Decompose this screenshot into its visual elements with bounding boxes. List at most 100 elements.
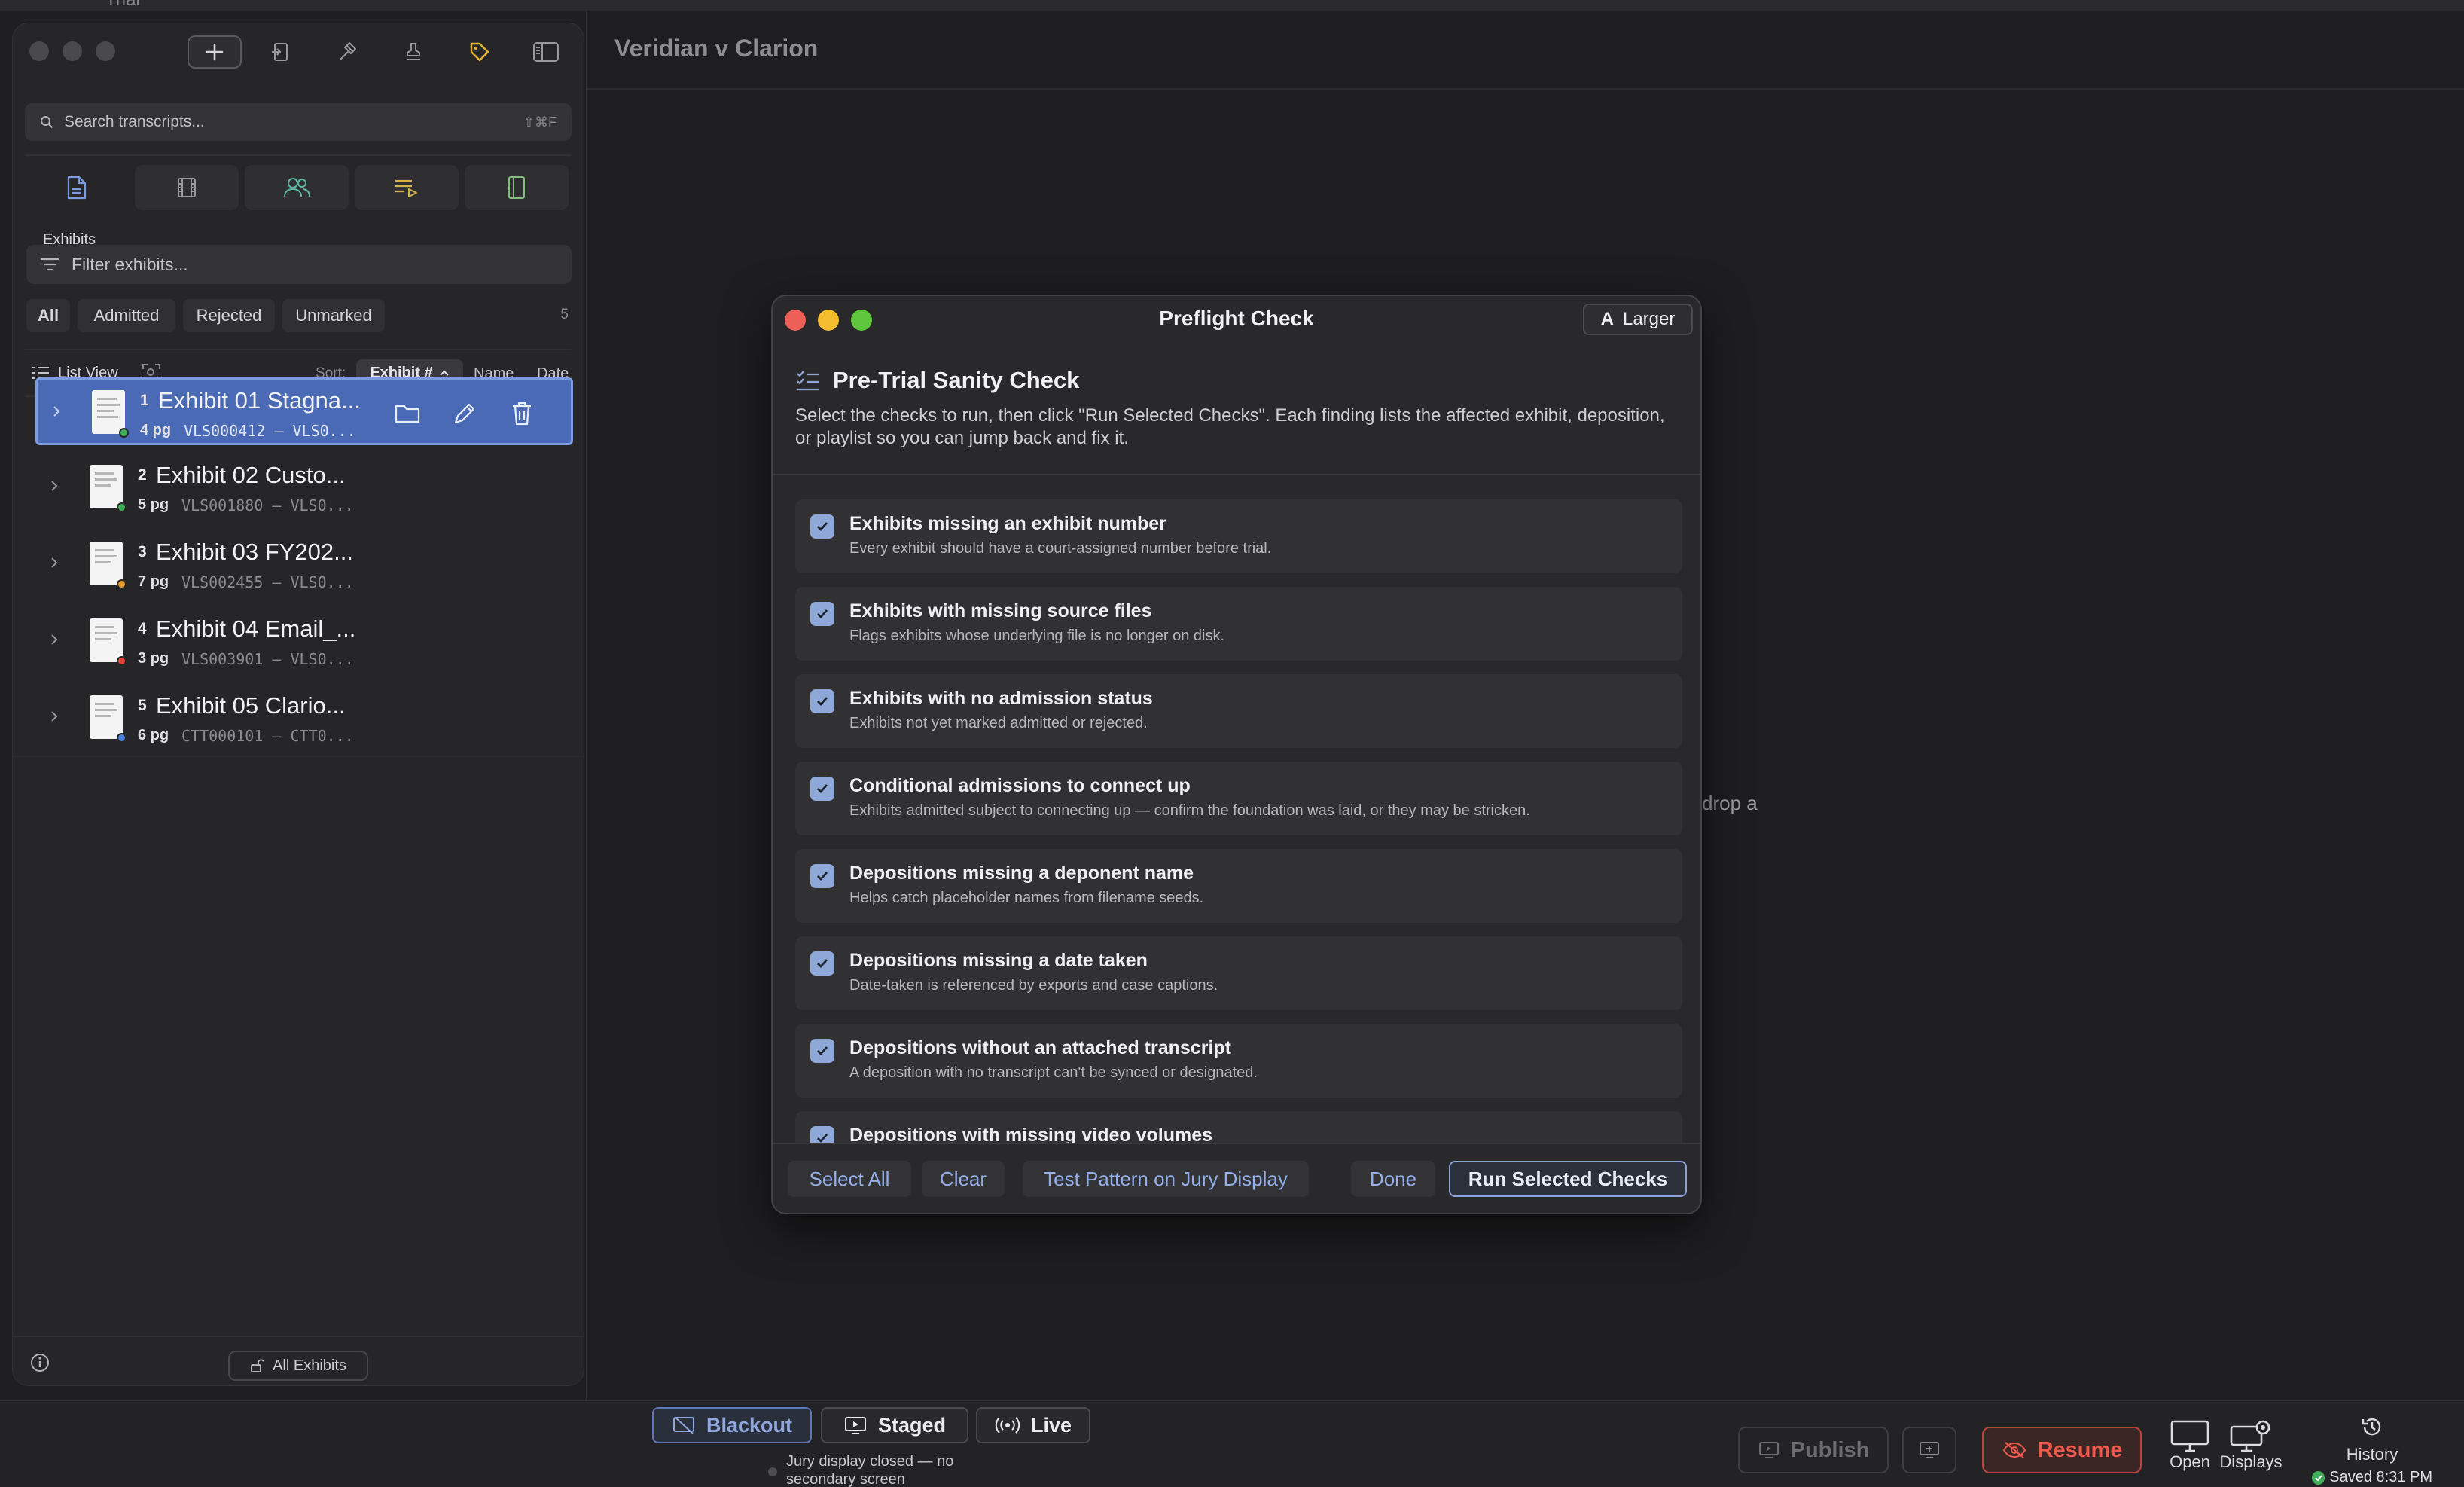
- sidebar: Search transcripts... ⇧⌘F Exhibits Filte…: [12, 23, 584, 1386]
- chevron-up-icon: [439, 370, 449, 376]
- window-zoom-inactive[interactable]: [96, 41, 115, 61]
- exhibit-number: 3: [138, 543, 147, 560]
- checkbox[interactable]: [810, 777, 834, 801]
- checkmark-icon: [817, 959, 828, 969]
- status-dot: [119, 428, 129, 438]
- tag-button[interactable]: [453, 35, 507, 69]
- mark-button[interactable]: [320, 35, 374, 69]
- tab-witnesses[interactable]: [245, 165, 349, 210]
- jury-display-status: Jury display closed — no secondary scree…: [786, 1452, 953, 1487]
- exhibit-number: 2: [138, 466, 147, 484]
- live-mode-button[interactable]: Live: [976, 1407, 1090, 1443]
- resume-button[interactable]: Resume: [1982, 1427, 2142, 1473]
- stamp-icon: [407, 43, 420, 60]
- exhibit-title: Exhibit 02 Custo...: [156, 462, 346, 488]
- chip-admitted[interactable]: Admitted: [78, 299, 175, 332]
- checkbox[interactable]: [810, 514, 834, 539]
- test-pattern-button[interactable]: Test Pattern on Jury Display: [1023, 1161, 1309, 1197]
- checkbox[interactable]: [810, 951, 834, 976]
- main-header-divider: [586, 88, 2464, 90]
- chevron-right-icon: [53, 406, 60, 417]
- check-item[interactable]: Conditional admissions to connect up Exh…: [795, 762, 1682, 835]
- exhibit-row[interactable]: 1 Exhibit 01 Stagna... 4 pg VLS000412 — …: [35, 377, 573, 445]
- exhibit-thumbnail: [92, 390, 125, 434]
- clear-button[interactable]: Clear: [922, 1161, 1005, 1197]
- checkmark-icon: [817, 522, 828, 532]
- exhibit-row[interactable]: 4 Exhibit 04 Email_... 3 pg VLS003901 — …: [35, 608, 573, 676]
- sidebar-toggle-button[interactable]: [519, 35, 573, 69]
- chip-rejected[interactable]: Rejected: [183, 299, 275, 332]
- tab-playlists[interactable]: [355, 165, 459, 210]
- blackout-mode-button[interactable]: Blackout: [652, 1407, 812, 1443]
- import-button[interactable]: [254, 35, 308, 69]
- drop-hint-text: drop a: [1702, 792, 1758, 814]
- present-to-display-button[interactable]: [1902, 1427, 1956, 1473]
- jury-status-line-1: Jury display closed — no: [786, 1453, 954, 1470]
- staged-label: Staged: [877, 1413, 947, 1437]
- all-exhibits-button[interactable]: All Exhibits: [228, 1351, 368, 1381]
- checkbox[interactable]: [810, 1039, 834, 1063]
- publish-button[interactable]: Publish: [1738, 1427, 1889, 1473]
- select-all-button[interactable]: Select All: [788, 1161, 911, 1197]
- check-description: Exhibits not yet marked admitted or reje…: [849, 715, 1148, 731]
- checkmark-icon: [817, 872, 828, 881]
- text-size-icon: A: [1600, 309, 1614, 329]
- dialog-title: Preflight Check: [1159, 307, 1314, 330]
- exhibit-row[interactable]: 2 Exhibit 02 Custo... 5 pg VLS001880 — V…: [35, 454, 573, 522]
- exhibit-title: Exhibit 04 Email_...: [156, 615, 356, 642]
- displays-label: Displays: [2219, 1452, 2283, 1471]
- check-item[interactable]: Exhibits missing an exhibit number Every…: [795, 499, 1682, 573]
- run-selected-checks-button[interactable]: Run Selected Checks: [1449, 1161, 1687, 1197]
- open-display-button[interactable]: Open: [2167, 1419, 2212, 1472]
- tab-notebook[interactable]: [465, 165, 569, 210]
- staged-mode-button[interactable]: Staged: [821, 1407, 968, 1443]
- exhibit-row[interactable]: 5 Exhibit 05 Clario... 6 pg CTT000101 — …: [35, 685, 573, 753]
- check-title: Conditional admissions to connect up: [849, 775, 1191, 796]
- filter-input[interactable]: Filter exhibits...: [26, 245, 572, 284]
- presentation-bar: Blackout Staged Live Jury display closed…: [0, 1400, 2464, 1487]
- check-item[interactable]: Depositions missing a date taken Date-ta…: [795, 936, 1682, 1010]
- hammer-icon: [340, 42, 356, 60]
- check-item[interactable]: Depositions without an attached transcri…: [795, 1024, 1682, 1098]
- notebook-icon: [508, 176, 525, 199]
- tab-exhibits[interactable]: [25, 165, 129, 210]
- sidebar-footer: All Exhibits: [13, 1336, 584, 1385]
- window-close-inactive[interactable]: [29, 41, 49, 61]
- displays-settings-button[interactable]: Displays: [2219, 1419, 2283, 1472]
- plus-icon: [206, 43, 224, 61]
- chevron-right-icon: [51, 481, 58, 491]
- done-button[interactable]: Done: [1351, 1161, 1435, 1197]
- publish-display-icon: [1758, 1442, 1779, 1458]
- chip-all[interactable]: All: [26, 299, 70, 332]
- edit-exhibit-button[interactable]: [444, 393, 485, 434]
- larger-text-button[interactable]: A Larger: [1583, 304, 1693, 335]
- display-settings-icon: [2230, 1420, 2270, 1452]
- check-item[interactable]: Exhibits with no admission status Exhibi…: [795, 674, 1682, 748]
- chip-unmarked[interactable]: Unmarked: [282, 299, 385, 332]
- stamp-button[interactable]: [386, 35, 441, 69]
- history-button[interactable]: History Saved 8:31 PM: [2312, 1415, 2432, 1486]
- check-description: Exhibits admitted subject to connecting …: [849, 802, 1530, 819]
- window-minimize-inactive[interactable]: [63, 41, 82, 61]
- exhibit-row[interactable]: 3 Exhibit 03 FY202... 7 pg VLS002455 — V…: [35, 531, 573, 599]
- reveal-in-folder-button[interactable]: [387, 393, 428, 434]
- open-label: Open: [2170, 1452, 2210, 1471]
- dialog-footer: Select All Clear Test Pattern on Jury Di…: [773, 1144, 1700, 1213]
- exhibit-title: Exhibit 01 Stagna...: [158, 387, 361, 414]
- search-input[interactable]: Search transcripts... ⇧⌘F: [25, 103, 572, 141]
- tab-clips[interactable]: [135, 165, 239, 210]
- chevron-right-icon: [51, 711, 58, 722]
- tag-icon: [470, 42, 489, 62]
- checkbox[interactable]: [810, 689, 834, 713]
- add-button[interactable]: [188, 35, 242, 69]
- folder-icon: [395, 405, 420, 423]
- filter-icon: [40, 258, 59, 271]
- check-item[interactable]: Depositions missing a deponent name Help…: [795, 849, 1682, 923]
- checkbox[interactable]: [810, 864, 834, 888]
- exhibit-pages: 7 pg: [138, 573, 169, 590]
- exhibit-bates-range: VLS000412 — VLS0...: [184, 422, 356, 440]
- checkbox[interactable]: [810, 602, 834, 626]
- delete-exhibit-button[interactable]: [502, 393, 542, 434]
- checklist-icon: [797, 371, 819, 391]
- check-item[interactable]: Exhibits with missing source files Flags…: [795, 587, 1682, 661]
